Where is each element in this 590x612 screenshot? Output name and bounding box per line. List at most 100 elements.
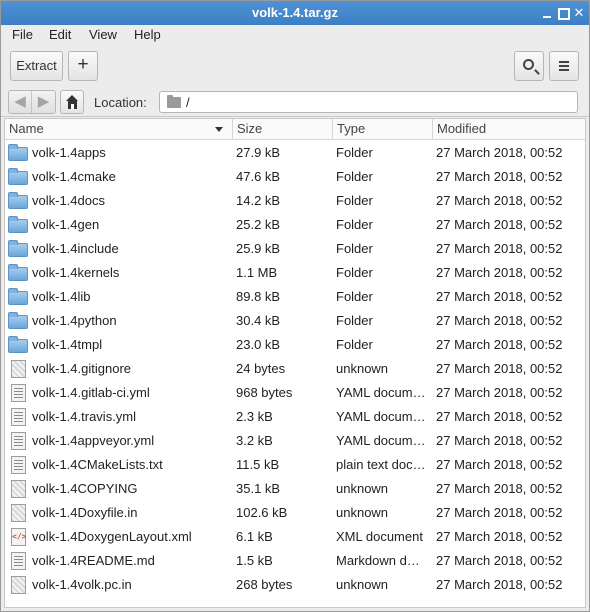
file-name: volk-1.4gen <box>32 217 100 232</box>
text-file-icon <box>11 552 26 570</box>
file-type: plain text doc… <box>336 457 426 472</box>
table-row[interactable]: volk-1.4.gitlab-ci.yml 968 bytes YAML docu… <box>5 381 585 405</box>
navigation-buttons: ◀ ▶ <box>8 90 56 114</box>
table-row[interactable]: volk-1.4.gitignore 24 bytes unknown 27 Marc… <box>5 357 585 381</box>
title-bar[interactable]: volk-1.4.tar.gz ✕ <box>1 1 589 25</box>
menu-bar: File Edit View Help <box>1 25 589 45</box>
text-file-icon <box>11 408 26 426</box>
file-name: volk-1.4tmpl <box>32 337 103 352</box>
folder-icon <box>8 288 28 305</box>
file-name: volk-1.4include <box>32 241 119 256</box>
unknown-file-icon <box>11 504 26 522</box>
add-files-button[interactable]: + <box>68 51 98 81</box>
file-modified: 27 March 2018, 00:52 <box>436 553 563 568</box>
folder-icon <box>8 312 28 329</box>
sort-descending-icon <box>215 127 223 132</box>
menu-help[interactable]: Help <box>134 27 161 42</box>
file-name: volk-1.4docs <box>32 193 105 208</box>
table-row[interactable]: volk-1.4gen 25.2 kB Folder 27 March 2018, 0… <box>5 213 585 237</box>
folder-icon <box>8 144 28 161</box>
file-type: Folder <box>336 289 373 304</box>
search-icon <box>523 59 534 70</box>
file-size: 35.1 kB <box>236 481 281 496</box>
file-modified: 27 March 2018, 00:52 <box>436 193 563 208</box>
file-size: 6.1 kB <box>236 529 273 544</box>
unknown-file-icon <box>11 576 26 594</box>
table-row[interactable]: volk-1.4tmpl 23.0 kB Folder 27 March 2018, … <box>5 333 585 357</box>
file-modified: 27 March 2018, 00:52 <box>436 169 563 184</box>
file-size: 102.6 kB <box>236 505 288 520</box>
table-row[interactable]: volk-1.4kernels 1.1 MB Folder 27 March 2018… <box>5 261 585 285</box>
table-row[interactable]: volk-1.4.travis.yml 2.3 kB YAML docum… 27 M… <box>5 405 585 429</box>
minimize-icon[interactable] <box>539 5 555 21</box>
table-row[interactable]: volk-1.4python 30.4 kB Folder 27 March 2018… <box>5 309 585 333</box>
maximize-icon[interactable] <box>555 5 571 21</box>
file-type: Markdown d… <box>336 553 420 568</box>
folder-icon <box>8 168 28 185</box>
text-file-icon <box>11 456 26 474</box>
table-row[interactable]: volk-1.4appveyor.yml 3.2 kB YAML docum… 27 … <box>5 429 585 453</box>
file-modified: 27 March 2018, 00:52 <box>436 313 563 328</box>
column-header-name-label: Name <box>9 121 44 136</box>
file-size: 968 bytes <box>236 385 293 400</box>
file-size: 14.2 kB <box>236 193 281 208</box>
menu-view[interactable]: View <box>89 27 117 42</box>
file-size: 47.6 kB <box>236 169 281 184</box>
table-row[interactable]: </> volk-1.4DoxygenLayout.xml 6.1 kB XML do… <box>5 525 585 549</box>
table-row[interactable]: volk-1.4apps 27.9 kB Folder 27 March 2018, … <box>5 141 585 165</box>
folder-icon <box>8 216 28 233</box>
xml-file-icon: </> <box>11 528 26 546</box>
folder-icon <box>8 264 28 281</box>
hamburger-menu-icon <box>559 61 569 71</box>
file-modified: 27 March 2018, 00:52 <box>436 265 563 280</box>
forward-arrow-icon[interactable]: ▶ <box>32 91 55 113</box>
app-menu-button[interactable] <box>549 51 579 81</box>
location-field[interactable]: / <box>159 91 578 113</box>
column-header-name[interactable]: Name <box>5 119 233 140</box>
column-header-size[interactable]: Size <box>233 119 333 140</box>
file-name: volk-1.4.gitignore <box>32 361 131 376</box>
table-row[interactable]: volk-1.4volk.pc.in 268 bytes unknown 27 Mar… <box>5 573 585 597</box>
menu-file[interactable]: File <box>12 27 33 42</box>
table-row[interactable]: volk-1.4docs 14.2 kB Folder 27 March 2018, … <box>5 189 585 213</box>
file-size: 2.3 kB <box>236 409 273 424</box>
search-button[interactable] <box>514 51 544 81</box>
file-name: volk-1.4.gitlab-ci.yml <box>32 385 150 400</box>
file-name: volk-1.4CMakeLists.txt <box>32 457 163 472</box>
location-path: / <box>186 95 190 110</box>
folder-icon <box>167 95 181 108</box>
table-row[interactable]: volk-1.4include 25.9 kB Folder 27 March 201… <box>5 237 585 261</box>
close-icon[interactable]: ✕ <box>571 5 587 21</box>
location-label: Location: <box>94 95 147 110</box>
table-row[interactable]: volk-1.4CMakeLists.txt 11.5 kB plain text … <box>5 453 585 477</box>
file-modified: 27 March 2018, 00:52 <box>436 505 563 520</box>
location-bar: ◀ ▶ Location: / <box>1 87 589 117</box>
file-type: unknown <box>336 481 389 496</box>
column-header-type[interactable]: Type <box>333 119 433 140</box>
file-name: volk-1.4volk.pc.in <box>32 577 132 592</box>
file-name: volk-1.4README.md <box>32 553 155 568</box>
table-row[interactable]: volk-1.4COPYING 35.1 kB unknown 27 March 20… <box>5 477 585 501</box>
file-type: Folder <box>336 169 373 184</box>
file-name: volk-1.4COPYING <box>32 481 138 496</box>
file-size: 25.9 kB <box>236 241 281 256</box>
folder-icon <box>8 336 28 353</box>
table-row[interactable]: volk-1.4cmake 47.6 kB Folder 27 March 2018,… <box>5 165 585 189</box>
table-row[interactable]: volk-1.4lib 89.8 kB Folder 27 March 2018, 0… <box>5 285 585 309</box>
file-type: YAML docum… <box>336 385 426 400</box>
file-name: volk-1.4python <box>32 313 117 328</box>
table-row[interactable]: volk-1.4README.md 1.5 kB Markdown d… 27 Mar… <box>5 549 585 573</box>
extract-button[interactable]: Extract <box>10 51 63 81</box>
file-modified: 27 March 2018, 00:52 <box>436 361 563 376</box>
back-arrow-icon[interactable]: ◀ <box>9 91 32 113</box>
file-type: Folder <box>336 193 373 208</box>
column-header-row: Name Size Type Modified <box>5 119 585 140</box>
home-button[interactable] <box>60 90 84 114</box>
file-list[interactable]: Name Size Type Modified volk-1.4apps 27.9… <box>4 118 586 608</box>
file-type: Folder <box>336 217 373 232</box>
file-name: volk-1.4.travis.yml <box>32 409 137 424</box>
menu-edit[interactable]: Edit <box>49 27 71 42</box>
table-row[interactable]: volk-1.4Doxyfile.in 102.6 kB unknown 27 Mar… <box>5 501 585 525</box>
file-type: YAML docum… <box>336 409 426 424</box>
column-header-modified[interactable]: Modified <box>433 119 585 140</box>
